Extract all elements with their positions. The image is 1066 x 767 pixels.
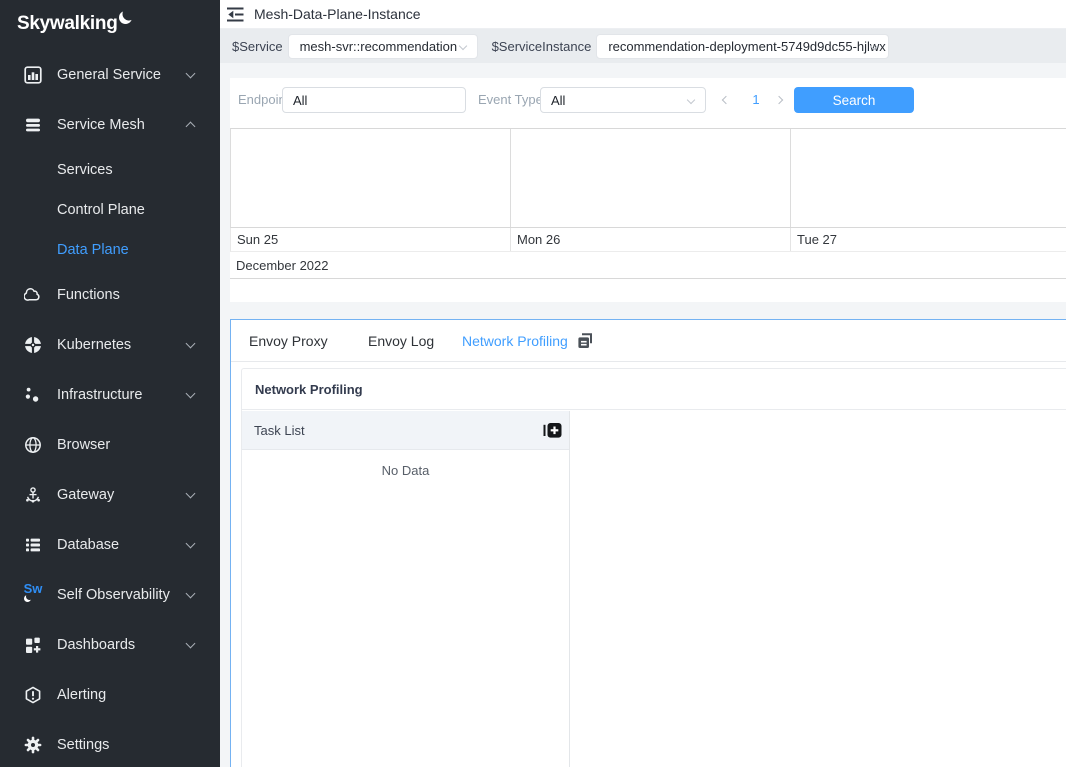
widget-body: Task List No Data [242,411,1066,767]
prev-page-button[interactable] [716,87,736,113]
logo-text-walking: walking [50,13,118,35]
page-title: Mesh-Data-Plane-Instance [254,6,421,22]
logo-text-sky: Sky [17,13,50,35]
task-list-panel: Task List No Data [242,411,570,767]
collapse-menu-icon[interactable] [227,7,244,22]
service-select[interactable]: mesh-svr::recommendation [288,34,478,59]
sidebar-item-kubernetes[interactable]: Kubernetes [0,320,220,370]
day-label: Tue 27 [791,228,1066,251]
chevron-down-icon [458,41,466,49]
gear-icon [24,736,42,754]
chevron-up-icon [186,122,196,132]
tabs-bar: Envoy Proxy Envoy Log Network Profiling [231,320,1066,362]
events-card: Endpoint: Event Type: All 1 Search Sun 2… [230,78,1066,302]
dots-icon [24,386,42,404]
sidebar-item-general-service[interactable]: General Service [0,50,220,100]
service-label: $Service [232,39,283,54]
sidebar-item-self-observability[interactable]: Sw Self Observability [0,570,220,620]
sw-logo-icon: Sw [24,586,42,604]
page-number[interactable]: 1 [742,87,770,113]
instance-tabs-panel: Envoy Proxy Envoy Log Network Profiling … [230,319,1066,767]
cloud-icon [24,286,42,304]
hexagon-alert-icon [24,686,42,704]
service-instance-select[interactable]: recommendation-deployment-5749d9dc55-hjl… [596,34,889,59]
grid-plus-icon [24,636,42,654]
timeline-day-labels: Sun 25 Mon 26 Tue 27 [230,228,1066,252]
kubernetes-wheel-icon [24,336,42,354]
profiling-detail-panel [570,411,1066,767]
sidebar-item-browser[interactable]: Browser [0,420,220,470]
chevron-down-icon [186,489,196,499]
sidebar-item-database[interactable]: Database [0,520,220,570]
sidebar-item-functions[interactable]: Functions [0,270,220,320]
event-timeline: Sun 25 Mon 26 Tue 27 December 2022 [230,128,1066,279]
timeline-day-cell [231,129,511,227]
sidebar-item-dashboards[interactable]: Dashboards [0,620,220,670]
chevron-down-icon [186,69,196,79]
sidebar-item-infrastructure[interactable]: Infrastructure [0,370,220,420]
sidebar-item-gateway[interactable]: Gateway [0,470,220,520]
globe-icon [24,436,42,454]
page-header: Mesh-Data-Plane-Instance [220,0,1066,29]
copy-icon[interactable] [576,332,594,355]
skywalking-app: Skywalking General Service Service Mesh … [0,0,1066,767]
chevron-down-icon [186,339,196,349]
month-label: December 2022 [230,252,1066,279]
endpoint-input[interactable] [282,87,466,113]
tab-envoy-proxy[interactable]: Envoy Proxy [249,320,328,362]
chevron-down-icon [687,96,695,104]
add-task-icon[interactable] [543,422,562,439]
layers-icon [24,116,42,134]
day-label: Mon 26 [511,228,791,251]
timeline-day-cell [511,129,791,227]
timeline-day-cell [791,129,1066,227]
timeline-grid [230,128,1066,228]
task-list-header: Task List [242,411,569,450]
skywalking-logo: Skywalking [0,0,220,50]
chevron-down-icon [186,539,196,549]
empty-state-text: No Data [242,450,569,478]
event-type-label: Event Type: [478,87,546,113]
moon-icon [119,11,132,24]
event-type-select[interactable]: All [540,87,706,113]
tab-network-profiling[interactable]: Network Profiling [462,320,568,362]
sidebar-item-services[interactable]: Services [0,150,220,190]
gateway-icon [24,486,42,504]
tab-envoy-log[interactable]: Envoy Log [368,320,434,362]
chevron-down-icon [186,389,196,399]
chart-icon [24,66,42,84]
sidebar-item-control-plane[interactable]: Control Plane [0,190,220,230]
main-content: Mesh-Data-Plane-Instance $Service mesh-s… [220,0,1066,767]
selector-bar: $Service mesh-svr::recommendation $Servi… [220,29,1066,63]
widget-title: Network Profiling [242,369,1066,410]
next-page-button[interactable] [769,87,789,113]
sidebar-item-data-plane[interactable]: Data Plane [0,230,220,270]
sidebar-item-alerting[interactable]: Alerting [0,670,220,720]
chevron-down-icon [186,589,196,599]
chevron-down-icon [186,639,196,649]
day-label: Sun 25 [231,228,511,251]
service-instance-label: $ServiceInstance [492,39,592,54]
list-icon [24,536,42,554]
sidebar-item-settings[interactable]: Settings [0,720,220,767]
search-button[interactable]: Search [794,87,914,113]
sidebar: Skywalking General Service Service Mesh … [0,0,220,767]
network-profiling-widget: Network Profiling Task List No Data [241,368,1066,767]
sidebar-item-service-mesh[interactable]: Service Mesh [0,100,220,150]
